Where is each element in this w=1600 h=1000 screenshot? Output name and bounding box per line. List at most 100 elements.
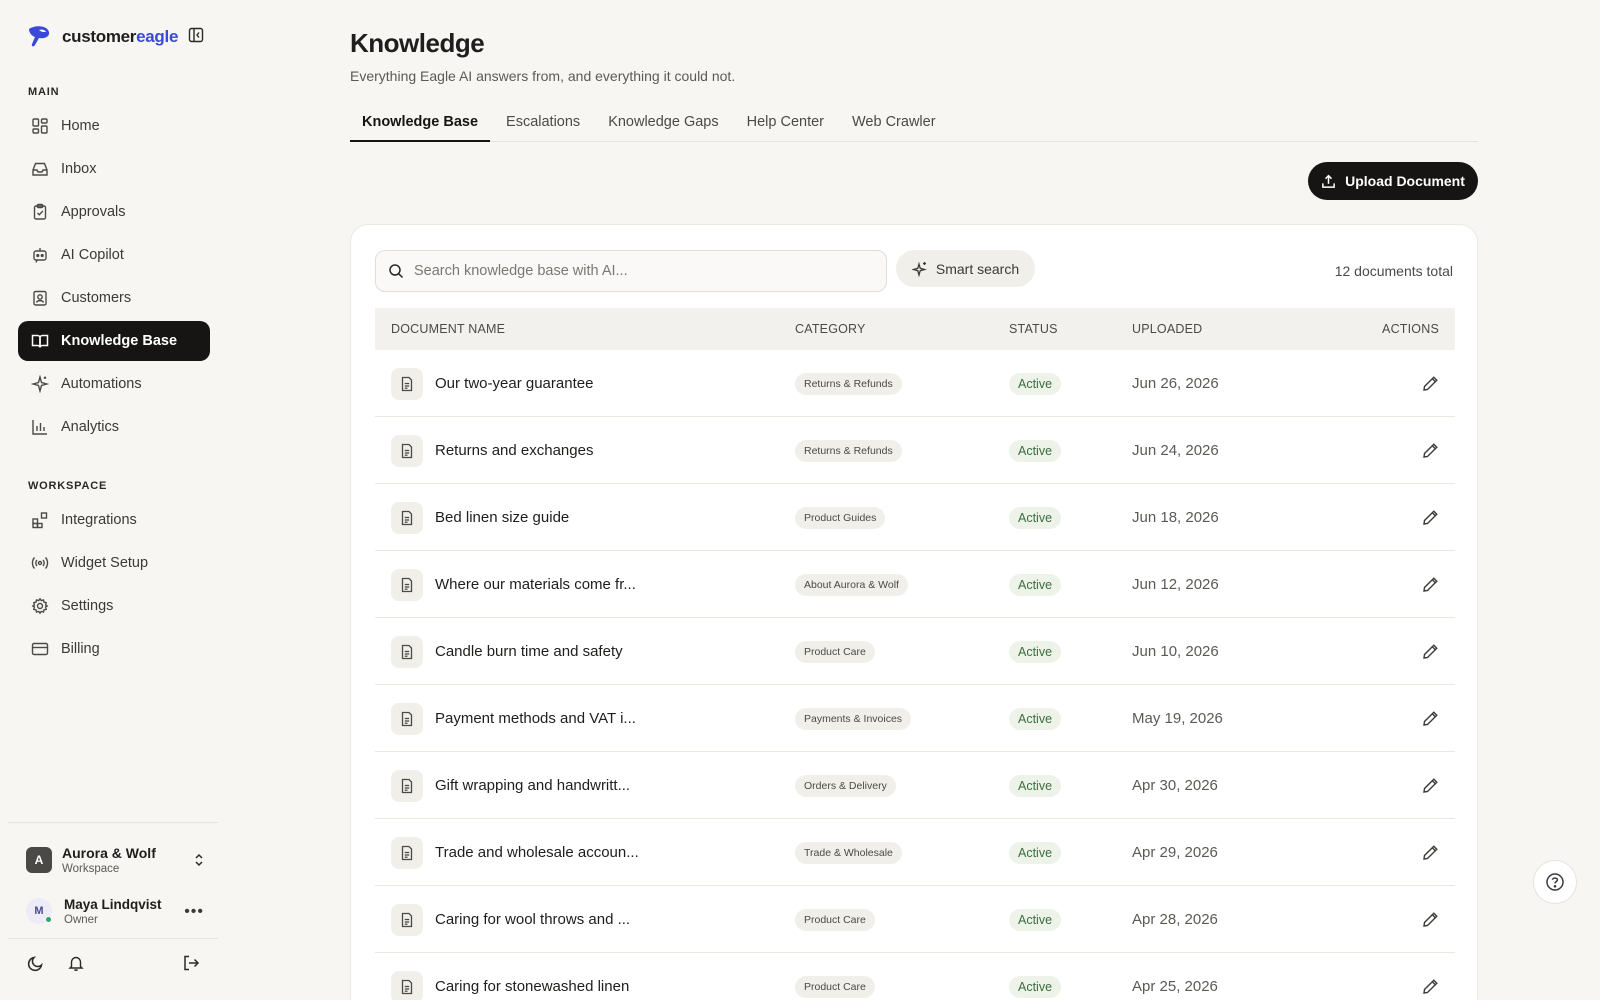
table-row[interactable]: Bed linen size guide Product Guides Acti… xyxy=(375,484,1455,551)
sidebar-item-home[interactable]: Home xyxy=(18,106,210,146)
table-row[interactable]: Our two-year guarantee Returns & Refunds… xyxy=(375,350,1455,417)
status-badge: Active xyxy=(1009,908,1062,931)
tab-escalations[interactable]: Escalations xyxy=(494,108,592,142)
document-name[interactable]: Where our materials come fr... xyxy=(435,576,636,593)
document-icon xyxy=(391,434,423,467)
edit-pencil-icon[interactable] xyxy=(1422,844,1439,861)
document-icon xyxy=(391,769,423,802)
uploaded-date: Apr 25, 2026 xyxy=(1132,978,1218,995)
table-body: Our two-year guarantee Returns & Refunds… xyxy=(375,350,1455,1000)
document-name[interactable]: Caring for wool throws and ... xyxy=(435,911,630,928)
sidebar-item-analytics[interactable]: Analytics xyxy=(18,407,210,447)
uploaded-date: May 19, 2026 xyxy=(1132,710,1223,727)
sidebar-collapse-icon[interactable] xyxy=(188,27,204,43)
bell-icon[interactable] xyxy=(67,954,85,972)
sidebar-item-billing[interactable]: Billing xyxy=(18,629,210,669)
document-name[interactable]: Bed linen size guide xyxy=(435,509,569,526)
search-box[interactable] xyxy=(375,250,887,292)
edit-pencil-icon[interactable] xyxy=(1422,509,1439,526)
book-open-icon xyxy=(31,334,49,348)
uploaded-date: Jun 12, 2026 xyxy=(1132,576,1219,593)
search-input[interactable] xyxy=(414,263,874,279)
edit-pencil-icon[interactable] xyxy=(1422,911,1439,928)
uploaded-date: Apr 28, 2026 xyxy=(1132,911,1218,928)
sidebar-item-label: Approvals xyxy=(61,204,126,220)
document-name[interactable]: Returns and exchanges xyxy=(435,442,593,459)
document-name[interactable]: Candle burn time and safety xyxy=(435,643,623,660)
clipboard-check-icon xyxy=(33,203,47,220)
uploaded-date: Apr 30, 2026 xyxy=(1132,777,1218,794)
sidebar-item-integrations[interactable]: Integrations xyxy=(18,500,210,540)
table-row[interactable]: Where our materials come fr... About Aur… xyxy=(375,551,1455,618)
workspace-sub: Workspace xyxy=(62,863,120,875)
edit-pencil-icon[interactable] xyxy=(1422,643,1439,660)
header-document-name: DOCUMENT NAME xyxy=(391,322,506,336)
edit-pencil-icon[interactable] xyxy=(1422,442,1439,459)
document-name[interactable]: Our two-year guarantee xyxy=(435,375,593,392)
more-options-icon[interactable]: ••• xyxy=(184,903,204,921)
table-row[interactable]: Gift wrapping and handwritt... Orders & … xyxy=(375,752,1455,819)
edit-pencil-icon[interactable] xyxy=(1422,576,1439,593)
brand[interactable]: customereagle xyxy=(26,22,178,52)
edit-pencil-icon[interactable] xyxy=(1422,777,1439,794)
knowledge-base-card: Smart search 12 documents total DOCUMENT… xyxy=(350,224,1478,1000)
smart-search-button[interactable]: Smart search xyxy=(896,250,1035,287)
sidebar-item-settings[interactable]: Settings xyxy=(18,586,210,626)
sidebar-item-ai-copilot[interactable]: AI Copilot xyxy=(18,235,210,275)
status-badge: Active xyxy=(1009,640,1062,663)
sidebar-item-knowledge-base[interactable]: Knowledge Base xyxy=(18,321,210,361)
page-title: Knowledge xyxy=(350,28,485,58)
sidebar-item-label: Automations xyxy=(61,376,142,392)
document-name[interactable]: Trade and wholesale accoun... xyxy=(435,844,639,861)
user-profile[interactable]: M Maya Lindqvist Owner ••• xyxy=(26,893,206,929)
uploaded-date: Jun 26, 2026 xyxy=(1132,375,1219,392)
sidebar-item-inbox[interactable]: Inbox xyxy=(18,149,210,189)
uploaded-date: Jun 24, 2026 xyxy=(1132,442,1219,459)
sidebar-item-customers[interactable]: Customers xyxy=(18,278,210,318)
help-button[interactable] xyxy=(1533,860,1577,904)
header-status: STATUS xyxy=(1009,322,1058,336)
sidebar-item-automations[interactable]: Automations xyxy=(18,364,210,404)
tab-help-center[interactable]: Help Center xyxy=(735,108,836,142)
category-badge: About Aurora & Wolf xyxy=(795,573,908,596)
table-row[interactable]: Candle burn time and safety Product Care… xyxy=(375,618,1455,685)
edit-pencil-icon[interactable] xyxy=(1422,978,1439,995)
table-row[interactable]: Caring for stonewashed linen Product Car… xyxy=(375,953,1455,1000)
sidebar-divider xyxy=(8,822,218,823)
workspace-switcher[interactable]: A Aurora & Wolf Workspace xyxy=(26,840,206,880)
document-icon xyxy=(391,501,423,534)
table-header: DOCUMENT NAME CATEGORY STATUS UPLOADED A… xyxy=(375,308,1455,350)
table-row[interactable]: Returns and exchanges Returns & Refunds … xyxy=(375,417,1455,484)
status-badge: Active xyxy=(1009,975,1062,998)
edit-pencil-icon[interactable] xyxy=(1422,375,1439,392)
document-icon xyxy=(391,836,423,869)
sidebar-item-approvals[interactable]: Approvals xyxy=(18,192,210,232)
sidebar-item-label: Inbox xyxy=(61,161,97,177)
table-row[interactable]: Payment methods and VAT i... Payments & … xyxy=(375,685,1455,752)
sidebar-item-label: Knowledge Base xyxy=(61,333,178,349)
tab-knowledge-base[interactable]: Knowledge Base xyxy=(350,108,491,142)
moon-icon[interactable] xyxy=(27,954,45,972)
status-badge: Active xyxy=(1009,707,1062,730)
chevron-up-down-icon[interactable] xyxy=(192,852,206,868)
category-badge: Returns & Refunds xyxy=(795,372,902,395)
document-name[interactable]: Gift wrapping and handwritt... xyxy=(435,777,630,794)
document-icon xyxy=(391,367,423,400)
document-name[interactable]: Payment methods and VAT i... xyxy=(435,710,636,727)
sidebar: customereagle MAIN Home Inbox Approvals … xyxy=(0,0,220,1000)
status-badge: Active xyxy=(1009,573,1062,596)
logout-icon[interactable] xyxy=(182,954,200,972)
sidebar-item-widget-setup[interactable]: Widget Setup xyxy=(18,543,210,583)
user-name: Maya Lindqvist xyxy=(64,896,162,912)
document-icon xyxy=(391,970,423,1000)
sidebar-item-label: Customers xyxy=(61,290,132,306)
tab-knowledge-gaps[interactable]: Knowledge Gaps xyxy=(596,108,730,142)
upload-document-button[interactable]: Upload Document xyxy=(1308,162,1478,200)
gear-icon xyxy=(31,597,49,615)
tab-web-crawler[interactable]: Web Crawler xyxy=(840,108,948,142)
bar-chart-icon xyxy=(32,420,47,435)
table-row[interactable]: Caring for wool throws and ... Product C… xyxy=(375,886,1455,953)
table-row[interactable]: Trade and wholesale accoun... Trade & Wh… xyxy=(375,819,1455,886)
document-name[interactable]: Caring for stonewashed linen xyxy=(435,978,629,995)
edit-pencil-icon[interactable] xyxy=(1422,710,1439,727)
